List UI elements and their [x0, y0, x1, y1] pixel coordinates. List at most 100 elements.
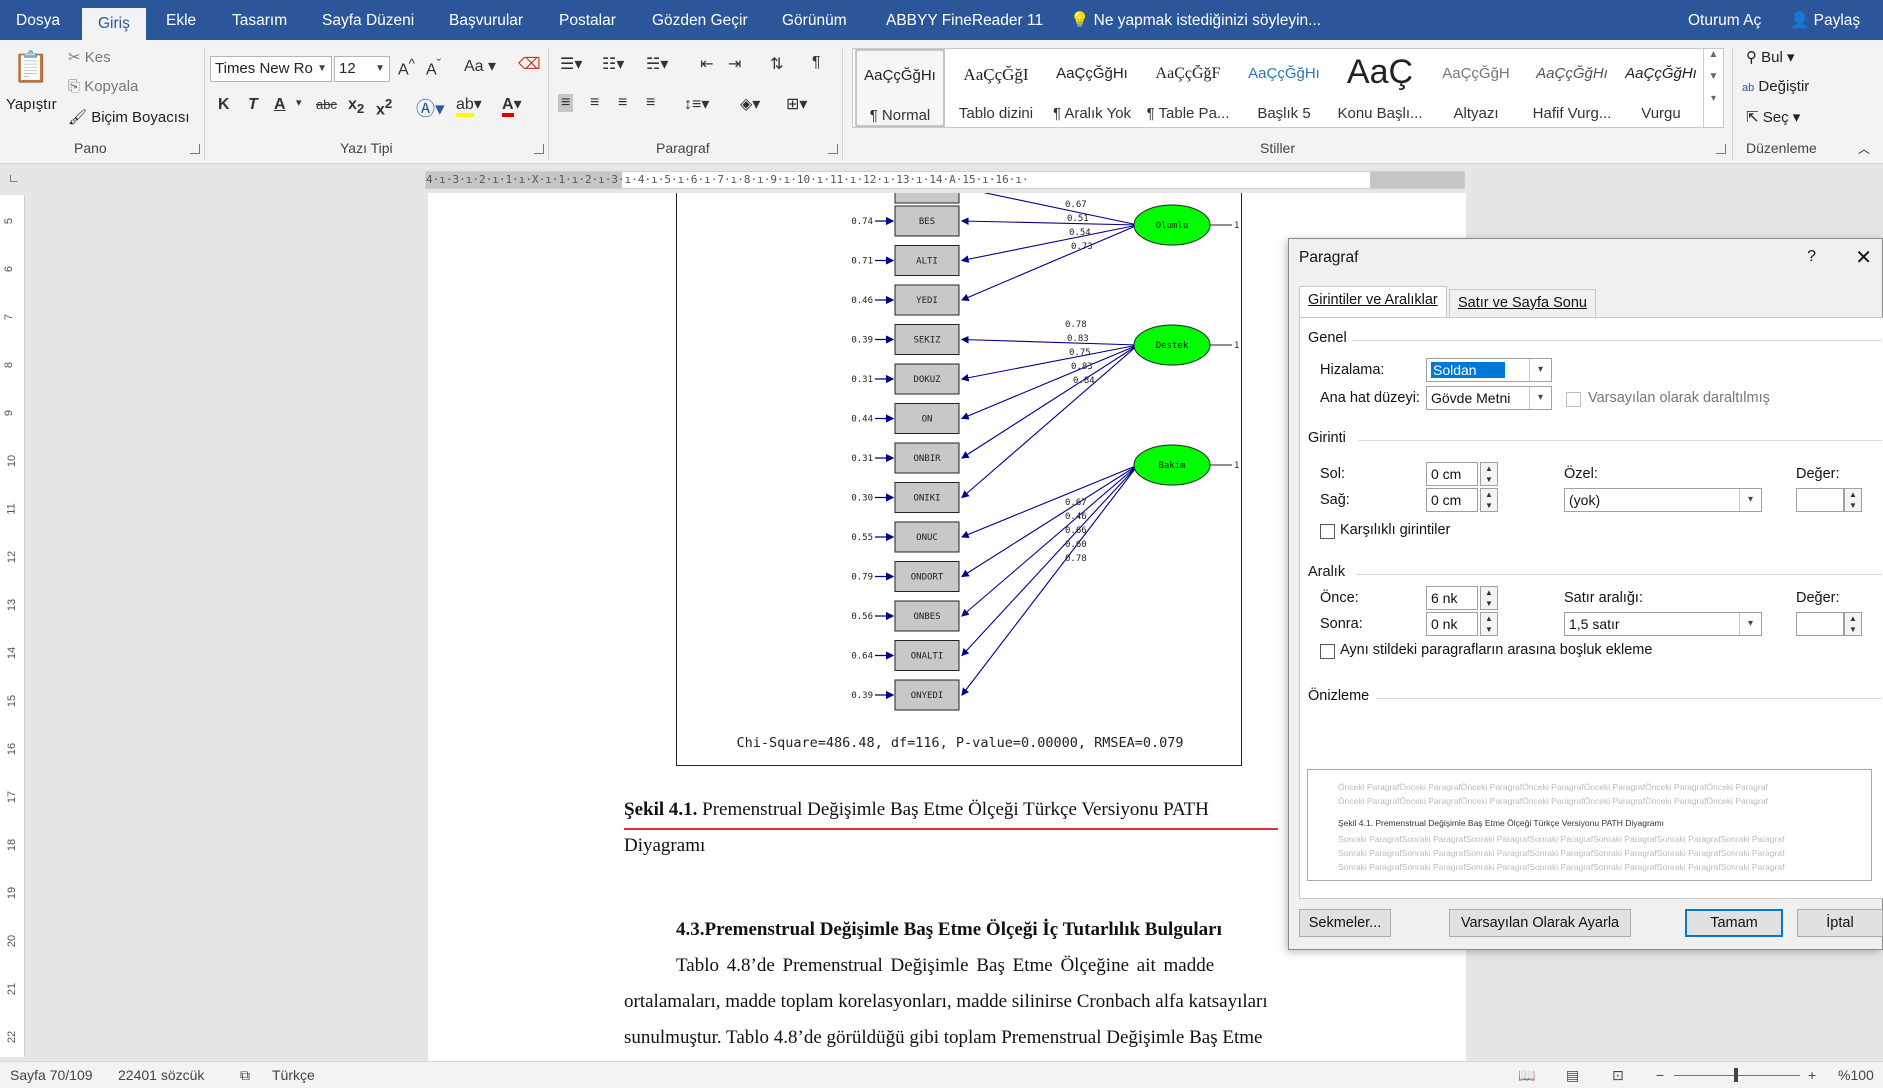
tab-references[interactable]: Başvurular — [449, 0, 523, 40]
read-mode-icon[interactable]: 📖 — [1518, 1067, 1535, 1084]
justify-icon[interactable]: ≡ — [646, 94, 655, 112]
dont-add-space-checkbox[interactable] — [1320, 644, 1335, 659]
font-launcher[interactable] — [534, 144, 544, 154]
collapse-ribbon-icon[interactable]: ︿ — [1858, 140, 1870, 157]
style-no-spacing[interactable]: AaÇçĞğHı ¶ Aralık Yok — [1045, 49, 1139, 127]
line-spacing-icon[interactable]: ↕≡▾ — [684, 94, 709, 114]
page-count[interactable]: Sayfa 70/109 — [10, 1067, 93, 1083]
zoom-level[interactable]: %100 — [1838, 1067, 1874, 1083]
help-button[interactable]: ? — [1807, 248, 1816, 266]
tab-line-page-breaks[interactable]: Satır ve Sayfa Sonu — [1449, 289, 1596, 317]
sign-in-link[interactable]: Oturum Aç — [1688, 0, 1761, 40]
replace-button[interactable]: ab Değiştir — [1742, 78, 1809, 95]
sort-icon[interactable]: ⇅ — [770, 54, 783, 74]
tab-view[interactable]: Görünüm — [782, 0, 847, 40]
by-input[interactable] — [1796, 488, 1844, 512]
after-spinner[interactable]: ▲ ▼ — [1480, 612, 1498, 636]
tab-mailings[interactable]: Postalar — [559, 0, 616, 40]
change-case-button[interactable]: Aa ▾ — [464, 56, 496, 76]
style-normal[interactable]: AaÇçĞğHı ¶ Normal — [855, 49, 945, 127]
left-indent-spinner[interactable]: ▲ ▼ — [1480, 462, 1498, 486]
styles-launcher[interactable] — [1716, 144, 1726, 154]
tabs-button[interactable]: Sekmeler... — [1299, 909, 1391, 937]
pilcrow-icon[interactable]: ¶ — [812, 54, 821, 72]
share-button[interactable]: 👤 Paylaş — [1790, 0, 1860, 40]
underline-button[interactable]: A — [274, 96, 286, 114]
zoom-thumb[interactable] — [1734, 1068, 1738, 1082]
style-subtitle[interactable]: AaÇçĞğH Altyazı — [1429, 49, 1523, 127]
style-heading5[interactable]: AaÇçĞğHı Başlık 5 — [1237, 49, 1331, 127]
tab-file[interactable]: Dosya — [16, 0, 60, 40]
style-title[interactable]: AaÇ Konu Başlı... — [1333, 49, 1427, 127]
highlight-icon[interactable]: ab▾ — [456, 94, 482, 117]
cut-button[interactable]: ✂ Kes — [68, 48, 111, 66]
align-left-icon[interactable]: ≡ — [558, 94, 574, 112]
alignment-select[interactable]: Soldan ▾ — [1426, 358, 1552, 382]
shading-icon[interactable]: ◈▾ — [740, 94, 760, 114]
clear-format-icon[interactable]: ⌫ — [518, 54, 541, 74]
gallery-scroll[interactable]: ▲ ▼ ▾ — [1703, 49, 1723, 127]
strikethrough-button[interactable]: abc — [316, 97, 337, 112]
clipboard-icon[interactable]: 📋 — [12, 50, 49, 85]
horizontal-ruler[interactable]: 4·ı·3·ı·2·ı·1·ı·X·ı·1·ı·2·ı·3·ı·4·ı·5·ı·… — [425, 171, 1465, 189]
at-input[interactable] — [1796, 612, 1844, 636]
after-input[interactable]: 0 nk — [1426, 612, 1478, 636]
decrease-indent-icon[interactable]: ⇤ — [700, 54, 713, 74]
proofing-icon[interactable]: ⧉ — [240, 1067, 250, 1084]
tab-insert[interactable]: Ekle — [166, 0, 196, 40]
subscript-button[interactable]: x2 — [348, 96, 364, 116]
superscript-button[interactable]: x2 — [376, 96, 392, 119]
find-button[interactable]: ⚲ Bul ▾ — [1746, 48, 1795, 66]
grow-font-icon[interactable]: A^ — [398, 56, 415, 79]
tell-me-box[interactable]: 💡 Ne yapmak istediğinizi söyleyin... — [1070, 0, 1321, 40]
left-indent-input[interactable]: 0 cm — [1426, 462, 1478, 486]
tab-indents-spacing[interactable]: Girintiler ve Aralıklar — [1299, 286, 1447, 318]
cancel-button[interactable]: İptal — [1797, 909, 1883, 937]
select-button[interactable]: ⇱ Seç ▾ — [1746, 108, 1800, 126]
web-layout-icon[interactable]: ⊡ — [1612, 1067, 1624, 1084]
zoom-in-button[interactable]: + — [1808, 1067, 1816, 1083]
chevron-down-icon[interactable]: ▾ — [296, 96, 302, 109]
multilevel-list-icon[interactable]: ☵▾ — [646, 54, 668, 74]
bold-button[interactable]: K — [218, 96, 230, 114]
set-as-default-button[interactable]: Varsayılan Olarak Ayarla — [1449, 909, 1631, 937]
print-layout-icon[interactable]: ▤ — [1566, 1067, 1579, 1084]
style-table-index[interactable]: AaÇçĞğI Tablo dizini — [949, 49, 1043, 127]
tab-review[interactable]: Gözden Geçir — [652, 0, 748, 40]
align-center-icon[interactable]: ≡ — [590, 94, 599, 112]
font-color-icon[interactable]: A▾ — [502, 94, 522, 117]
at-spinner[interactable]: ▲ ▼ — [1844, 612, 1862, 636]
style-table-paragraph[interactable]: AaÇçĞğF ¶ Table Pa... — [1141, 49, 1235, 127]
tab-selector-icon[interactable]: ∟ — [8, 171, 20, 185]
line-spacing-select[interactable]: 1,5 satır ▾ — [1564, 612, 1762, 636]
tab-abbyy[interactable]: ABBYY FineReader 11 — [886, 0, 1043, 40]
mirror-indents-checkbox[interactable] — [1320, 524, 1335, 539]
close-icon[interactable]: ✕ — [1855, 245, 1872, 270]
bullets-icon[interactable]: ☰▾ — [560, 54, 582, 74]
collapsed-checkbox[interactable] — [1566, 392, 1581, 407]
style-subtle-emphasis[interactable]: AaÇçĞğHı Hafif Vurg... — [1525, 49, 1619, 127]
increase-indent-icon[interactable]: ⇥ — [728, 54, 741, 74]
before-input[interactable]: 6 nk — [1426, 586, 1478, 610]
outline-level-select[interactable]: Gövde Metni ▾ — [1426, 386, 1552, 410]
tab-layout[interactable]: Sayfa Düzeni — [322, 0, 414, 40]
copy-button[interactable]: ⎘ Kopyala — [68, 78, 138, 95]
zoom-out-button[interactable]: − — [1656, 1067, 1664, 1083]
paragraph-launcher[interactable] — [828, 144, 838, 154]
vertical-ruler[interactable]: 5 6 7 8 9 10 11 12 13 14 15 16 17 18 19 … — [0, 195, 25, 1057]
word-count[interactable]: 22401 sözcük — [118, 1067, 204, 1083]
borders-icon[interactable]: ⊞▾ — [786, 94, 807, 114]
tab-design[interactable]: Tasarım — [232, 0, 287, 40]
numbering-icon[interactable]: ☷▾ — [602, 54, 624, 74]
right-indent-spinner[interactable]: ▲ ▼ — [1480, 488, 1498, 512]
special-select[interactable]: (yok) ▾ — [1564, 488, 1762, 512]
style-emphasis[interactable]: AaÇçĞğHı Vurgu — [1619, 49, 1703, 127]
ok-button[interactable]: Tamam — [1685, 909, 1783, 937]
before-spinner[interactable]: ▲ ▼ — [1480, 586, 1498, 610]
clipboard-launcher[interactable] — [190, 144, 200, 154]
text-effects-icon[interactable]: Ⓐ▾ — [416, 94, 445, 121]
shrink-font-icon[interactable]: Aˇ — [426, 56, 441, 79]
by-spinner[interactable]: ▲ ▼ — [1844, 488, 1862, 512]
align-right-icon[interactable]: ≡ — [618, 94, 627, 112]
font-name-combo[interactable]: Times New Ro ▼ — [210, 56, 332, 82]
